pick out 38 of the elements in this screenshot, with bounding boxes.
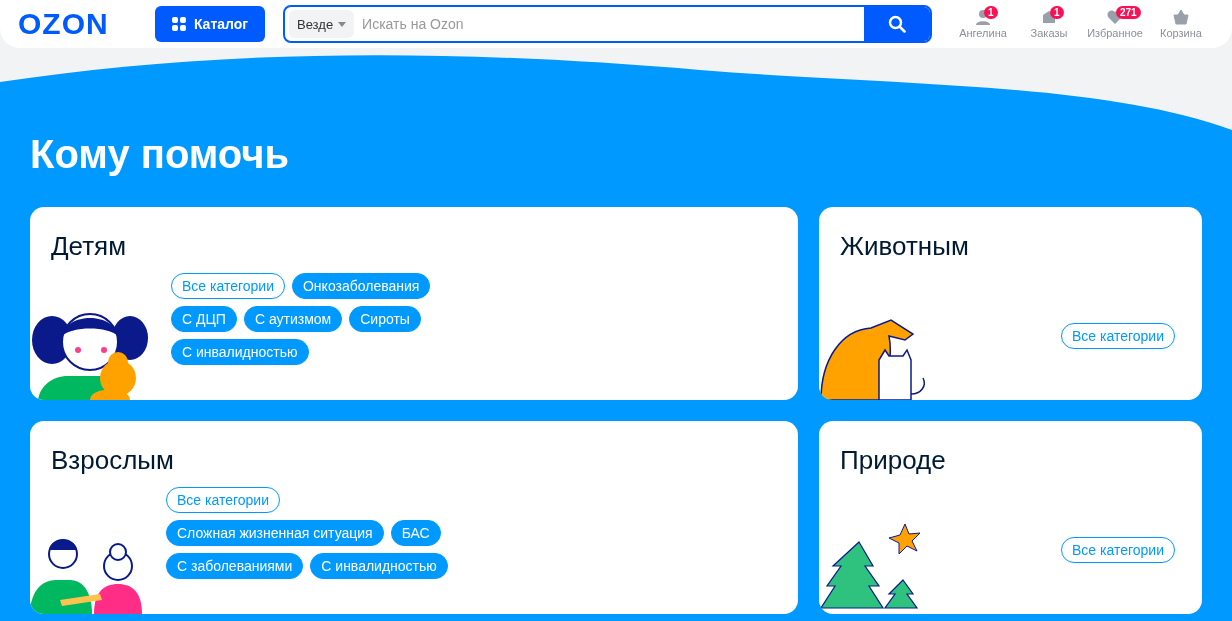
category-chip[interactable]: Сложная жизненная ситуация bbox=[166, 520, 384, 546]
all-categories-chip[interactable]: Все категории bbox=[1061, 537, 1175, 563]
nav-item[interactable]: 271 Избранное bbox=[1082, 9, 1148, 39]
category-chip[interactable]: С инвалидностью bbox=[171, 339, 309, 365]
scope-dropdown[interactable]: Везде bbox=[289, 10, 355, 38]
all-categories-chip[interactable]: Все категории bbox=[166, 487, 280, 513]
page-title: Кому помочь bbox=[30, 132, 291, 177]
nav-item[interactable]: 1 Заказы bbox=[1016, 9, 1082, 39]
category-chip[interactable]: БАС bbox=[390, 520, 441, 546]
card-title: Животным bbox=[840, 231, 970, 262]
count-badge: 1 bbox=[984, 6, 998, 19]
category-chip[interactable]: С инвалидностью bbox=[310, 553, 448, 579]
all-categories-chip[interactable]: Все категории bbox=[1061, 323, 1175, 349]
search-field[interactable]: Везде Искать на Ozon bbox=[283, 5, 932, 43]
caret-icon bbox=[338, 21, 347, 27]
card-title: Взрослым bbox=[51, 445, 175, 476]
search-icon bbox=[888, 15, 906, 33]
category-chip[interactable]: С аутизмом bbox=[243, 306, 343, 332]
category-chip[interactable]: Онкозаболевания bbox=[292, 273, 431, 299]
category-chip[interactable]: С ДЦП bbox=[171, 306, 237, 332]
nav-label: Избранное bbox=[1087, 27, 1143, 39]
count-badge: 271 bbox=[1116, 6, 1141, 19]
nav-label: Заказы bbox=[1030, 27, 1068, 39]
basket-icon bbox=[1173, 9, 1189, 25]
category-chip[interactable]: Сироты bbox=[349, 306, 421, 332]
grid-icon bbox=[171, 17, 186, 31]
card-title: Детям bbox=[51, 231, 128, 262]
nav-label: Ангелина bbox=[959, 27, 1007, 39]
nav-label: Корзина bbox=[1160, 27, 1202, 39]
nav-item[interactable]: 1 Ангелина bbox=[950, 9, 1016, 39]
card-title: Природе bbox=[840, 445, 947, 476]
count-badge: 1 bbox=[1050, 6, 1064, 19]
catalog-button[interactable]: Каталог bbox=[155, 6, 265, 42]
all-categories-chip[interactable]: Все категории bbox=[171, 273, 285, 299]
category-chip[interactable]: С заболеваниями bbox=[166, 553, 304, 579]
nav-item[interactable]: Корзина bbox=[1148, 9, 1214, 39]
search-button[interactable] bbox=[864, 7, 930, 41]
logo[interactable]: OZON bbox=[18, 7, 155, 41]
